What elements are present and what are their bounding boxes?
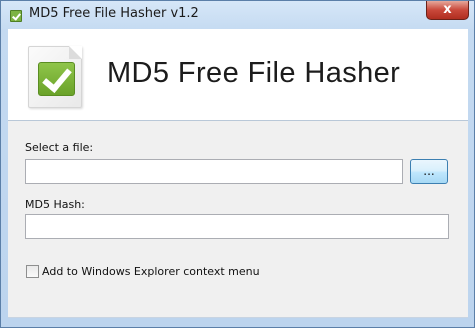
main-panel: Select a file: ... MD5 Hash: Add to Wind… — [8, 121, 468, 317]
browse-button[interactable]: ... — [410, 159, 448, 184]
header-title: MD5 Free File Hasher — [107, 57, 401, 89]
app-icon — [10, 10, 22, 22]
close-button[interactable]: x — [426, 1, 469, 20]
context-menu-label[interactable]: Add to Windows Explorer context menu — [42, 265, 260, 278]
checkmark-icon — [38, 62, 75, 96]
md5-hash-field[interactable] — [25, 214, 449, 239]
divider — [8, 317, 468, 318]
close-icon: x — [443, 2, 452, 17]
app-window: MD5 Free File Hasher v1.2 x MD5 Free Fil… — [0, 0, 475, 328]
title-bar[interactable]: MD5 Free File Hasher v1.2 x — [1, 1, 474, 29]
hash-label: MD5 Hash: — [25, 198, 85, 211]
file-path-input[interactable] — [25, 159, 403, 184]
context-menu-checkbox[interactable] — [26, 265, 39, 278]
checkmark-document-icon — [28, 46, 82, 108]
window-title: MD5 Free File Hasher v1.2 — [29, 6, 199, 21]
header-banner: MD5 Free File Hasher — [8, 29, 468, 121]
file-label: Select a file: — [25, 141, 94, 154]
